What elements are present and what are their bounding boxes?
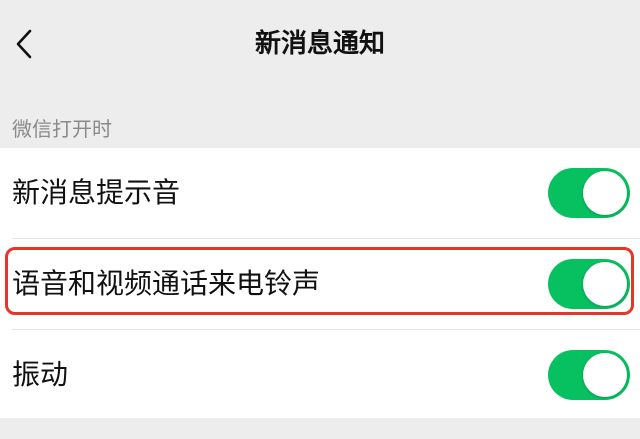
setting-label: 语音和视频通话来电铃声 [12, 267, 321, 300]
toggle-knob [583, 262, 627, 306]
chevron-left-icon [16, 29, 32, 59]
back-button[interactable] [6, 24, 42, 64]
setting-label: 振动 [12, 358, 69, 391]
page-title: 新消息通知 [254, 29, 385, 59]
settings-list: 新消息提示音 语音和视频通话来电铃声 振动 [0, 148, 640, 418]
setting-row-vibration: 振动 [0, 330, 640, 420]
message-sound-toggle[interactable] [548, 168, 630, 218]
call-ringtone-toggle[interactable] [548, 259, 630, 309]
vibration-toggle[interactable] [548, 350, 630, 400]
toggle-knob [583, 353, 627, 397]
setting-row-message-sound: 新消息提示音 [0, 148, 640, 238]
toggle-knob [583, 171, 627, 215]
nav-header: 新消息通知 [0, 0, 640, 88]
section-label: 微信打开时 [12, 117, 112, 141]
setting-row-call-ringtone: 语音和视频通话来电铃声 [0, 239, 640, 329]
setting-label: 新消息提示音 [12, 176, 181, 209]
